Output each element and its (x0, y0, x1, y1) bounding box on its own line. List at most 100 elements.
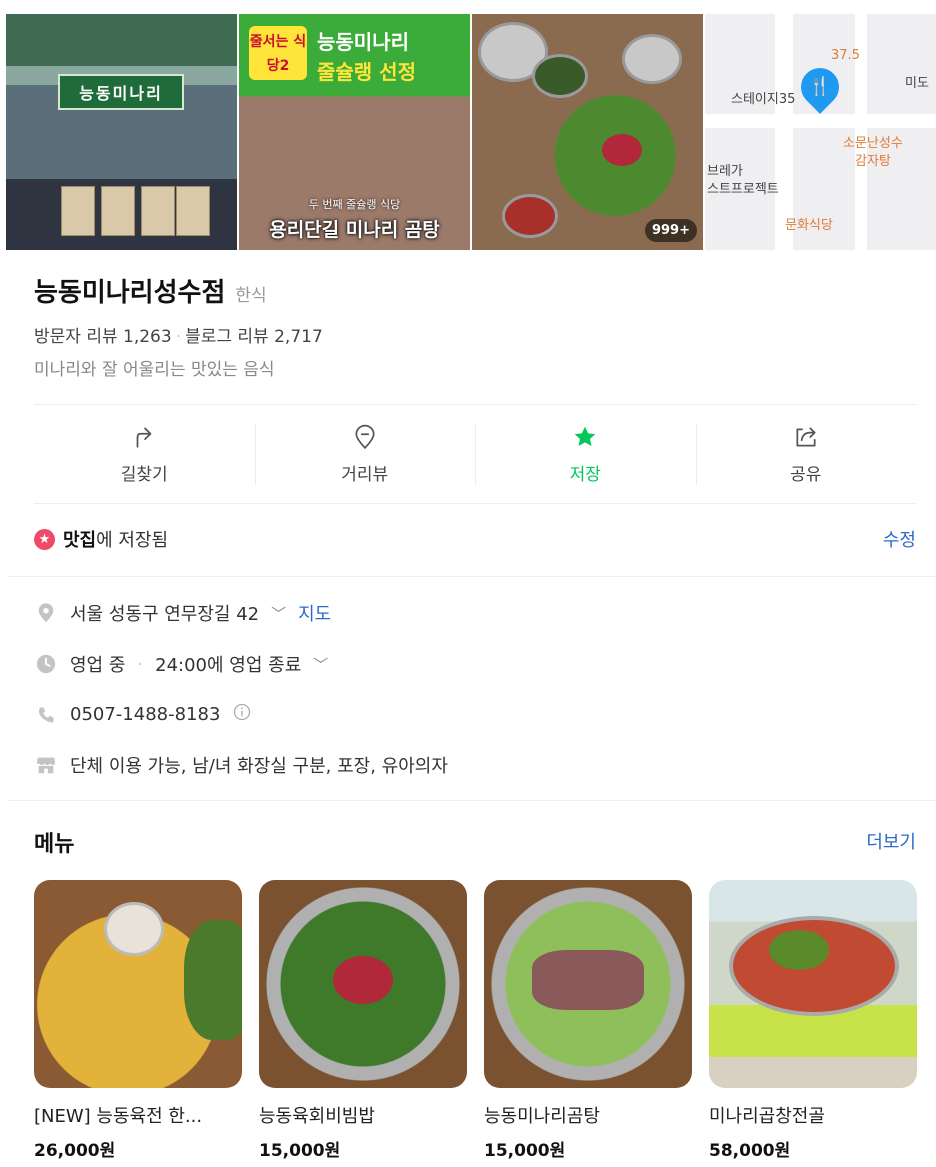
map-label: 스테이지35 (731, 92, 796, 107)
dipping-sauce-bowl (104, 902, 164, 956)
map-road (705, 114, 936, 128)
map-label: 문화식당 (785, 218, 833, 233)
share-button[interactable]: 공유 (695, 405, 917, 503)
phone-number[interactable]: 0507-1488-8183 (70, 704, 220, 725)
action-bar: 길찾기 거리뷰 저장 공유 (34, 404, 916, 504)
hours-row: 영업 중 · 24:00에 영업 종료 ﹀ (34, 651, 328, 677)
amenities-row: 단체 이용 가능, 남/녀 화장실 구분, 포장, 유아의자 (34, 752, 448, 778)
menu-board (141, 186, 175, 236)
place-description: 미나리와 잘 어울리는 맛있는 음식 (34, 360, 275, 380)
menu-item-photo[interactable] (259, 880, 467, 1088)
visitor-reviews-link[interactable]: 방문자 리뷰 1,263 (34, 327, 172, 347)
side-dish (532, 54, 588, 98)
menu-item-photo[interactable] (709, 880, 917, 1088)
menu-item[interactable]: 능동육회비빔밥 15,000원 (259, 880, 467, 1161)
show-logo: 줄서는 식당2 (249, 26, 307, 80)
menu-item-photo[interactable] (34, 880, 242, 1088)
promo-title: 능동미나리 (317, 30, 409, 54)
map-label: 소문난성수 (843, 136, 903, 151)
saved-suffix: 에 저장됨 (96, 530, 169, 551)
menu-item-price: 26,000원 (34, 1141, 116, 1161)
map-label: 미도 (905, 76, 929, 91)
separator-dot: · (137, 653, 144, 675)
raw-beef (333, 956, 393, 1004)
map-label: 브레가 (707, 164, 743, 179)
menu-item[interactable]: 능동미나리곰탕 15,000원 (484, 880, 692, 1161)
location-pin-icon (355, 424, 375, 449)
menu-more-link[interactable]: 더보기 (866, 828, 916, 854)
chevron-down-icon[interactable]: ﹀ (313, 654, 328, 675)
map-pin-icon[interactable]: 🍴 (793, 60, 847, 114)
blog-reviews-label: 블로그 리뷰 (185, 327, 269, 347)
directions-label: 길찾기 (120, 464, 168, 485)
side-dish (502, 194, 558, 238)
greens (769, 930, 829, 970)
street-view-button[interactable]: 거리뷰 (254, 405, 476, 503)
menu-item[interactable]: 미나리곱창전골 58,000원 (709, 880, 917, 1161)
saved-status: ★ 맛집에 저장됨 (34, 526, 168, 552)
menu-board (101, 186, 135, 236)
saved-list-name: 맛집 (63, 530, 97, 551)
food-photo[interactable]: 999+ (472, 14, 703, 250)
photo-count-badge: 999+ (644, 219, 697, 242)
directions-button[interactable]: 길찾기 (34, 405, 255, 503)
location-pin-icon (34, 601, 58, 625)
menu-item-name: 미나리곱창전골 (709, 1106, 825, 1127)
place-category: 한식 (235, 286, 267, 306)
tv-show-photo[interactable]: 줄서는 식당2 능동미나리 줄슐랭 선정 두 번째 줄슐랭 식당 용리단길 미나… (239, 14, 470, 250)
star-icon (574, 426, 596, 446)
share-label: 공유 (790, 464, 822, 485)
photo-gallery[interactable]: 능동미나리 줄서는 식당2 능동미나리 줄슐랭 선정 두 번째 줄슐랭 식당 용… (6, 14, 936, 250)
map-label: 감자탕 (855, 154, 891, 169)
map-thumbnail[interactable]: 37.5 스테이지35 미도 소문난성수 감자탕 브레가 스트프로젝트 문화식당… (705, 14, 936, 250)
separator-dot: · (175, 327, 182, 347)
edit-saved-button[interactable]: 수정 (883, 526, 916, 552)
visitor-reviews-label: 방문자 리뷰 (34, 327, 118, 347)
store-icon (34, 753, 58, 777)
visitor-reviews-count: 1,263 (123, 327, 172, 347)
info-circle-icon[interactable] (232, 702, 252, 727)
raw-beef (602, 134, 642, 166)
saved-text: 맛집에 저장됨 (63, 526, 168, 552)
menu-item-name: [NEW] 능동육전 한... (34, 1106, 203, 1127)
menu-item-name: 능동육회비빔밥 (259, 1106, 375, 1127)
chevron-down-icon[interactable]: ﹀ (271, 603, 286, 624)
closing-time: 24:00에 영업 종료 (155, 655, 302, 676)
save-label: 저장 (569, 464, 601, 485)
menu-item-price: 15,000원 (259, 1141, 341, 1161)
menu-item[interactable]: [NEW] 능동육전 한... 26,000원 (34, 880, 242, 1161)
storefront-photo[interactable]: 능동미나리 (6, 14, 237, 250)
menu-item-photo[interactable] (484, 880, 692, 1088)
share-icon (796, 426, 816, 447)
store-sign: 능동미나리 (58, 74, 184, 110)
clock-icon (34, 652, 58, 676)
directions-icon (136, 426, 152, 448)
menu-item-price: 58,000원 (709, 1141, 791, 1161)
address-row: 서울 성동구 연무장길 42 ﹀ 지도 (34, 600, 331, 626)
amenities-text: 단체 이용 가능, 남/녀 화장실 구분, 포장, 유아의자 (70, 756, 448, 777)
side-dish (622, 34, 682, 84)
menu-list: [NEW] 능동육전 한... 26,000원 능동육회비빔밥 15,000원 … (34, 880, 917, 1161)
menu-heading: 메뉴 (34, 832, 75, 857)
menu-item-name: 능동미나리곰탕 (484, 1106, 600, 1127)
place-header: 능동미나리성수점 한식 (34, 272, 267, 309)
promo-note: 두 번째 줄슐랭 식당 (308, 198, 401, 211)
section-divider (8, 800, 936, 801)
promo-subtitle: 줄슐랭 선정 (317, 60, 416, 84)
phone-icon (34, 703, 58, 727)
sliced-beef (532, 950, 644, 1010)
blog-reviews-count: 2,717 (274, 327, 323, 347)
greens (184, 920, 242, 1040)
phone-row: 0507-1488-8183 (34, 702, 252, 727)
open-status: 영업 중 (70, 655, 126, 676)
blog-reviews-link[interactable]: 블로그 리뷰 2,717 (185, 327, 323, 347)
menu-item-price: 15,000원 (484, 1141, 566, 1161)
review-summary: 방문자 리뷰 1,263 · 블로그 리뷰 2,717 (34, 322, 323, 347)
menu-board (61, 186, 95, 236)
map-label: 스트프로젝트 (707, 182, 779, 197)
map-link[interactable]: 지도 (298, 600, 331, 626)
section-divider (8, 576, 936, 577)
save-button[interactable]: 저장 (475, 405, 696, 503)
promo-caption: 용리단길 미나리 곰탕 (269, 219, 440, 241)
menu-board (176, 186, 210, 236)
